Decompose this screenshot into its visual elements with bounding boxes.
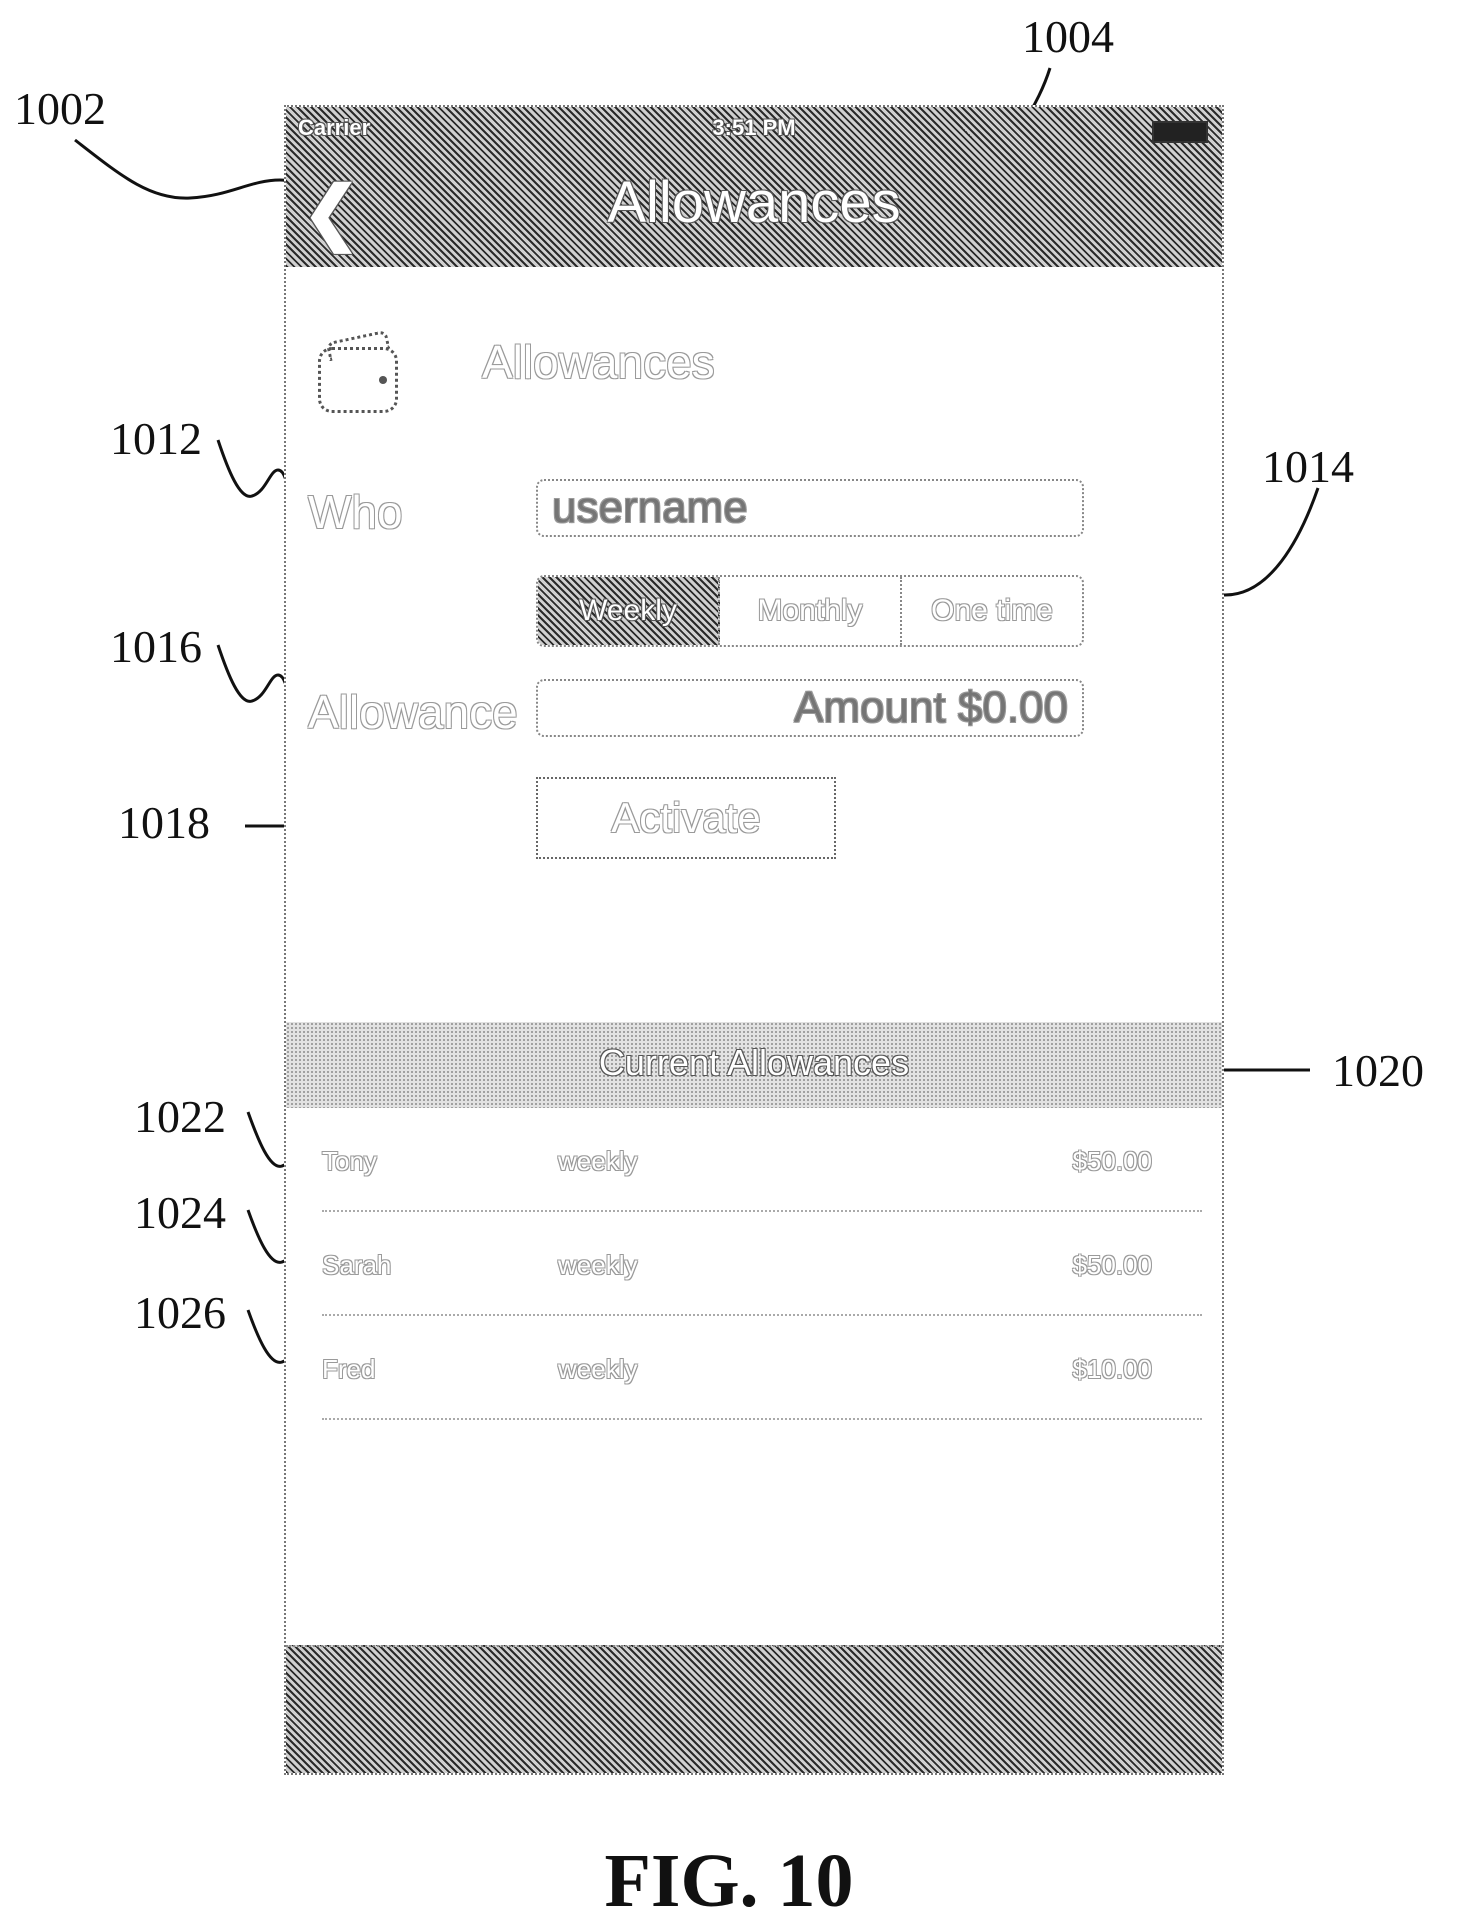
allowance-row[interactable]: Tony weekly $50.00 <box>322 1108 1202 1212</box>
row-amount: $10.00 <box>1072 1354 1152 1385</box>
callout-1004: 1004 <box>1022 10 1114 63</box>
callout-1002: 1002 <box>14 82 106 135</box>
leader-1012 <box>218 440 292 508</box>
tab-bar <box>286 1645 1222 1773</box>
callout-1024: 1024 <box>134 1186 226 1239</box>
segment-weekly[interactable]: Weekly <box>538 577 720 645</box>
leader-1016 <box>218 645 292 713</box>
row-name: Fred <box>322 1354 375 1385</box>
current-allowances-header: Current Allowances <box>286 1022 1222 1108</box>
callout-1018: 1018 <box>118 796 210 849</box>
username-input[interactable] <box>536 479 1084 537</box>
row-frequency: weekly <box>558 1146 637 1177</box>
row-name: Sarah <box>322 1250 391 1281</box>
who-label: Who <box>308 485 403 539</box>
figure-label: FIG. 10 <box>0 1838 1458 1925</box>
allowance-row[interactable]: Sarah weekly $50.00 <box>322 1212 1202 1316</box>
activate-button[interactable]: Activate <box>536 777 836 859</box>
amount-input[interactable] <box>536 679 1084 737</box>
callout-1014: 1014 <box>1262 440 1354 493</box>
current-allowances-title: Current Allowances <box>286 1042 1222 1084</box>
callout-1012: 1012 <box>110 412 202 465</box>
section-title: Allowances <box>482 335 715 389</box>
nav-title: Allowances <box>286 169 1222 236</box>
row-frequency: weekly <box>558 1354 637 1385</box>
row-frequency: weekly <box>558 1250 637 1281</box>
callout-1026: 1026 <box>134 1286 226 1339</box>
allowance-row[interactable]: Fred weekly $10.00 <box>322 1316 1202 1420</box>
segment-one-time[interactable]: One time <box>902 577 1082 645</box>
row-amount: $50.00 <box>1072 1146 1152 1177</box>
allowance-label: Allowance <box>308 685 518 739</box>
segment-monthly[interactable]: Monthly <box>720 577 902 645</box>
status-time: 3:51 PM <box>286 115 1222 141</box>
row-name: Tony <box>322 1146 377 1177</box>
callout-1022: 1022 <box>134 1090 226 1143</box>
phone-screen: Carrier 3:51 PM ❮ Allowances Allowances … <box>284 105 1224 1775</box>
frequency-segmented-control[interactable]: Weekly Monthly One time <box>536 575 1084 647</box>
row-amount: $50.00 <box>1072 1250 1152 1281</box>
battery-icon <box>1152 121 1208 143</box>
callout-1020: 1020 <box>1332 1044 1424 1097</box>
callout-1016: 1016 <box>110 620 202 673</box>
wallet-icon <box>318 347 398 413</box>
nav-header: Carrier 3:51 PM ❮ Allowances <box>286 107 1222 267</box>
